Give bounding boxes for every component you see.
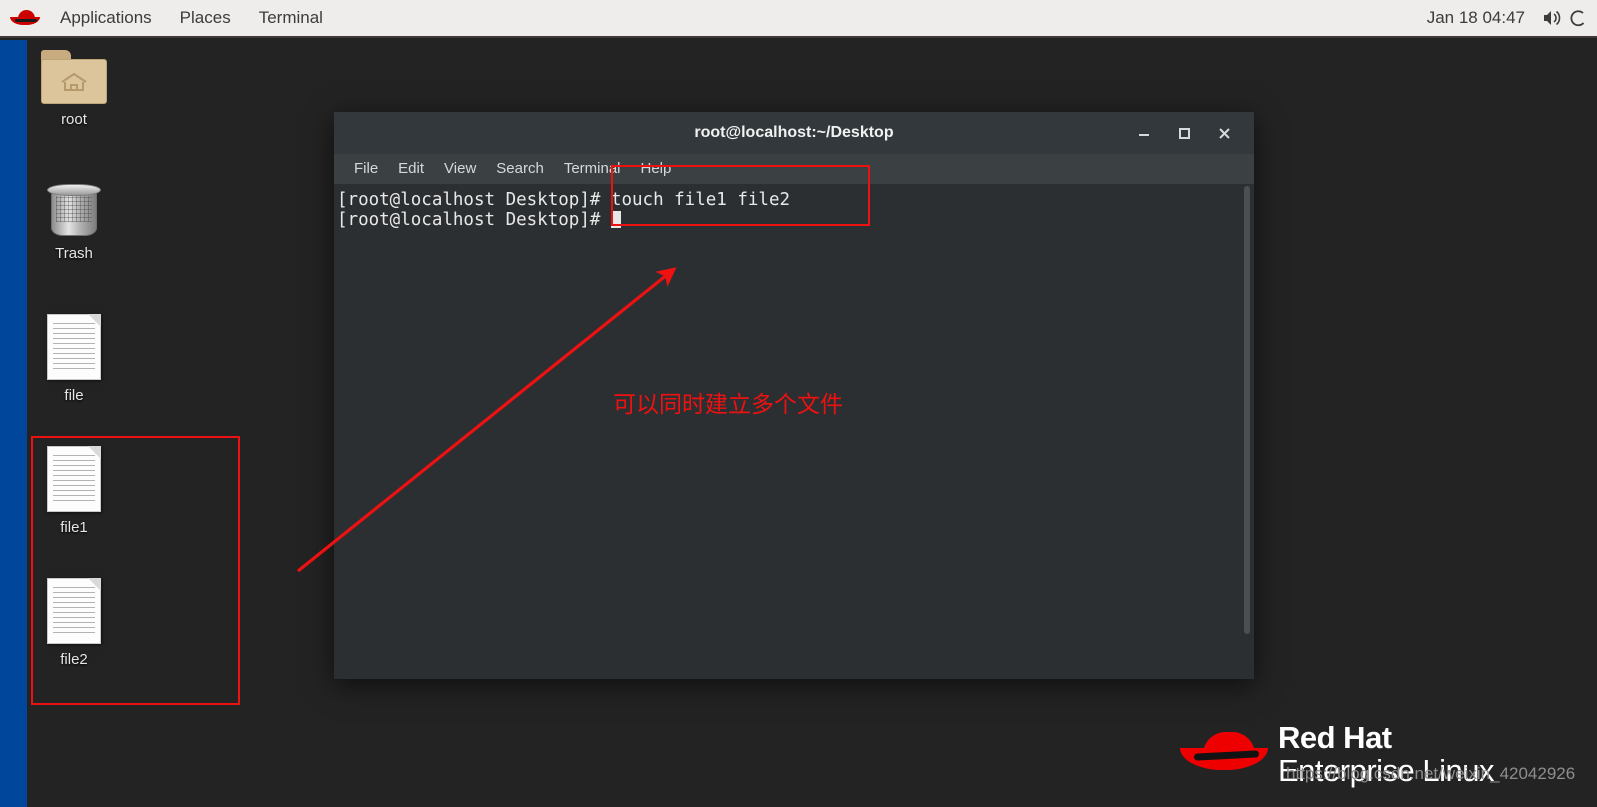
clock[interactable]: Jan 18 04:47 xyxy=(1413,8,1539,28)
left-accent-stripe xyxy=(0,40,27,807)
terminal-title: root@localhost:~/Desktop xyxy=(694,124,894,141)
top-panel-left: Applications Places Terminal xyxy=(0,0,337,36)
menu-item-terminal[interactable]: Terminal xyxy=(554,154,631,184)
document-icon xyxy=(47,578,101,644)
document-icon xyxy=(47,314,101,380)
desktop-screen: Applications Places Terminal Jan 18 04:4… xyxy=(0,0,1597,807)
menu-item-search[interactable]: Search xyxy=(486,154,554,184)
close-button[interactable] xyxy=(1204,112,1244,154)
maximize-button[interactable] xyxy=(1164,112,1204,154)
top-panel-right: Jan 18 04:47 xyxy=(1413,0,1597,36)
redhat-logo-icon[interactable] xyxy=(10,8,40,28)
document-icon xyxy=(47,446,101,512)
window-controls xyxy=(1124,112,1254,154)
brand-line-redhat: Red Hat xyxy=(1278,720,1392,755)
trash-icon xyxy=(45,182,103,238)
menu-terminal[interactable]: Terminal xyxy=(245,0,337,36)
watermark-url: https://blog.csdn.net/weixin_42042926 xyxy=(1286,764,1576,783)
desktop-icon-root[interactable]: root xyxy=(26,50,122,128)
menu-places[interactable]: Places xyxy=(166,0,245,36)
desktop-icon-label: Trash xyxy=(55,245,93,262)
desktop-icon-label: file2 xyxy=(60,651,88,668)
terminal-title-bar[interactable]: root@localhost:~/Desktop xyxy=(334,112,1254,154)
terminal-menu-bar: File Edit View Search Terminal Help xyxy=(334,154,1254,184)
top-panel: Applications Places Terminal Jan 18 04:4… xyxy=(0,0,1597,38)
minimize-button[interactable] xyxy=(1124,112,1164,154)
desktop-icon-file2[interactable]: file2 xyxy=(26,578,122,668)
terminal-prompt-line: [root@localhost Desktop]# xyxy=(337,210,1254,230)
menu-item-help[interactable]: Help xyxy=(631,154,682,184)
terminal-scrollbar[interactable] xyxy=(1244,186,1250,634)
menu-applications[interactable]: Applications xyxy=(46,0,166,36)
volume-icon[interactable] xyxy=(1539,0,1565,36)
desktop-icon-label: file xyxy=(64,387,84,404)
desktop-icon-label: file1 xyxy=(60,519,88,536)
menu-item-file[interactable]: File xyxy=(344,154,388,184)
terminal-output-area[interactable]: [root@localhost Desktop]# touch file1 fi… xyxy=(334,184,1254,679)
menu-item-edit[interactable]: Edit xyxy=(388,154,434,184)
desktop-icon-label: root xyxy=(61,111,87,128)
redhat-hat-icon xyxy=(1180,722,1268,780)
terminal-prompt: [root@localhost Desktop]# xyxy=(337,210,611,230)
power-icon[interactable] xyxy=(1565,0,1591,36)
terminal-line: [root@localhost Desktop]# touch file1 fi… xyxy=(337,190,791,210)
desktop-icon-file1[interactable]: file1 xyxy=(26,446,122,536)
desktop-icon-file[interactable]: file xyxy=(26,314,122,404)
terminal-cursor xyxy=(610,211,621,228)
menu-item-view[interactable]: View xyxy=(434,154,486,184)
desktop-icon-trash[interactable]: Trash xyxy=(26,182,122,262)
annotation-note: 可以同时建立多个文件 xyxy=(613,392,843,418)
home-folder-icon xyxy=(41,50,107,104)
